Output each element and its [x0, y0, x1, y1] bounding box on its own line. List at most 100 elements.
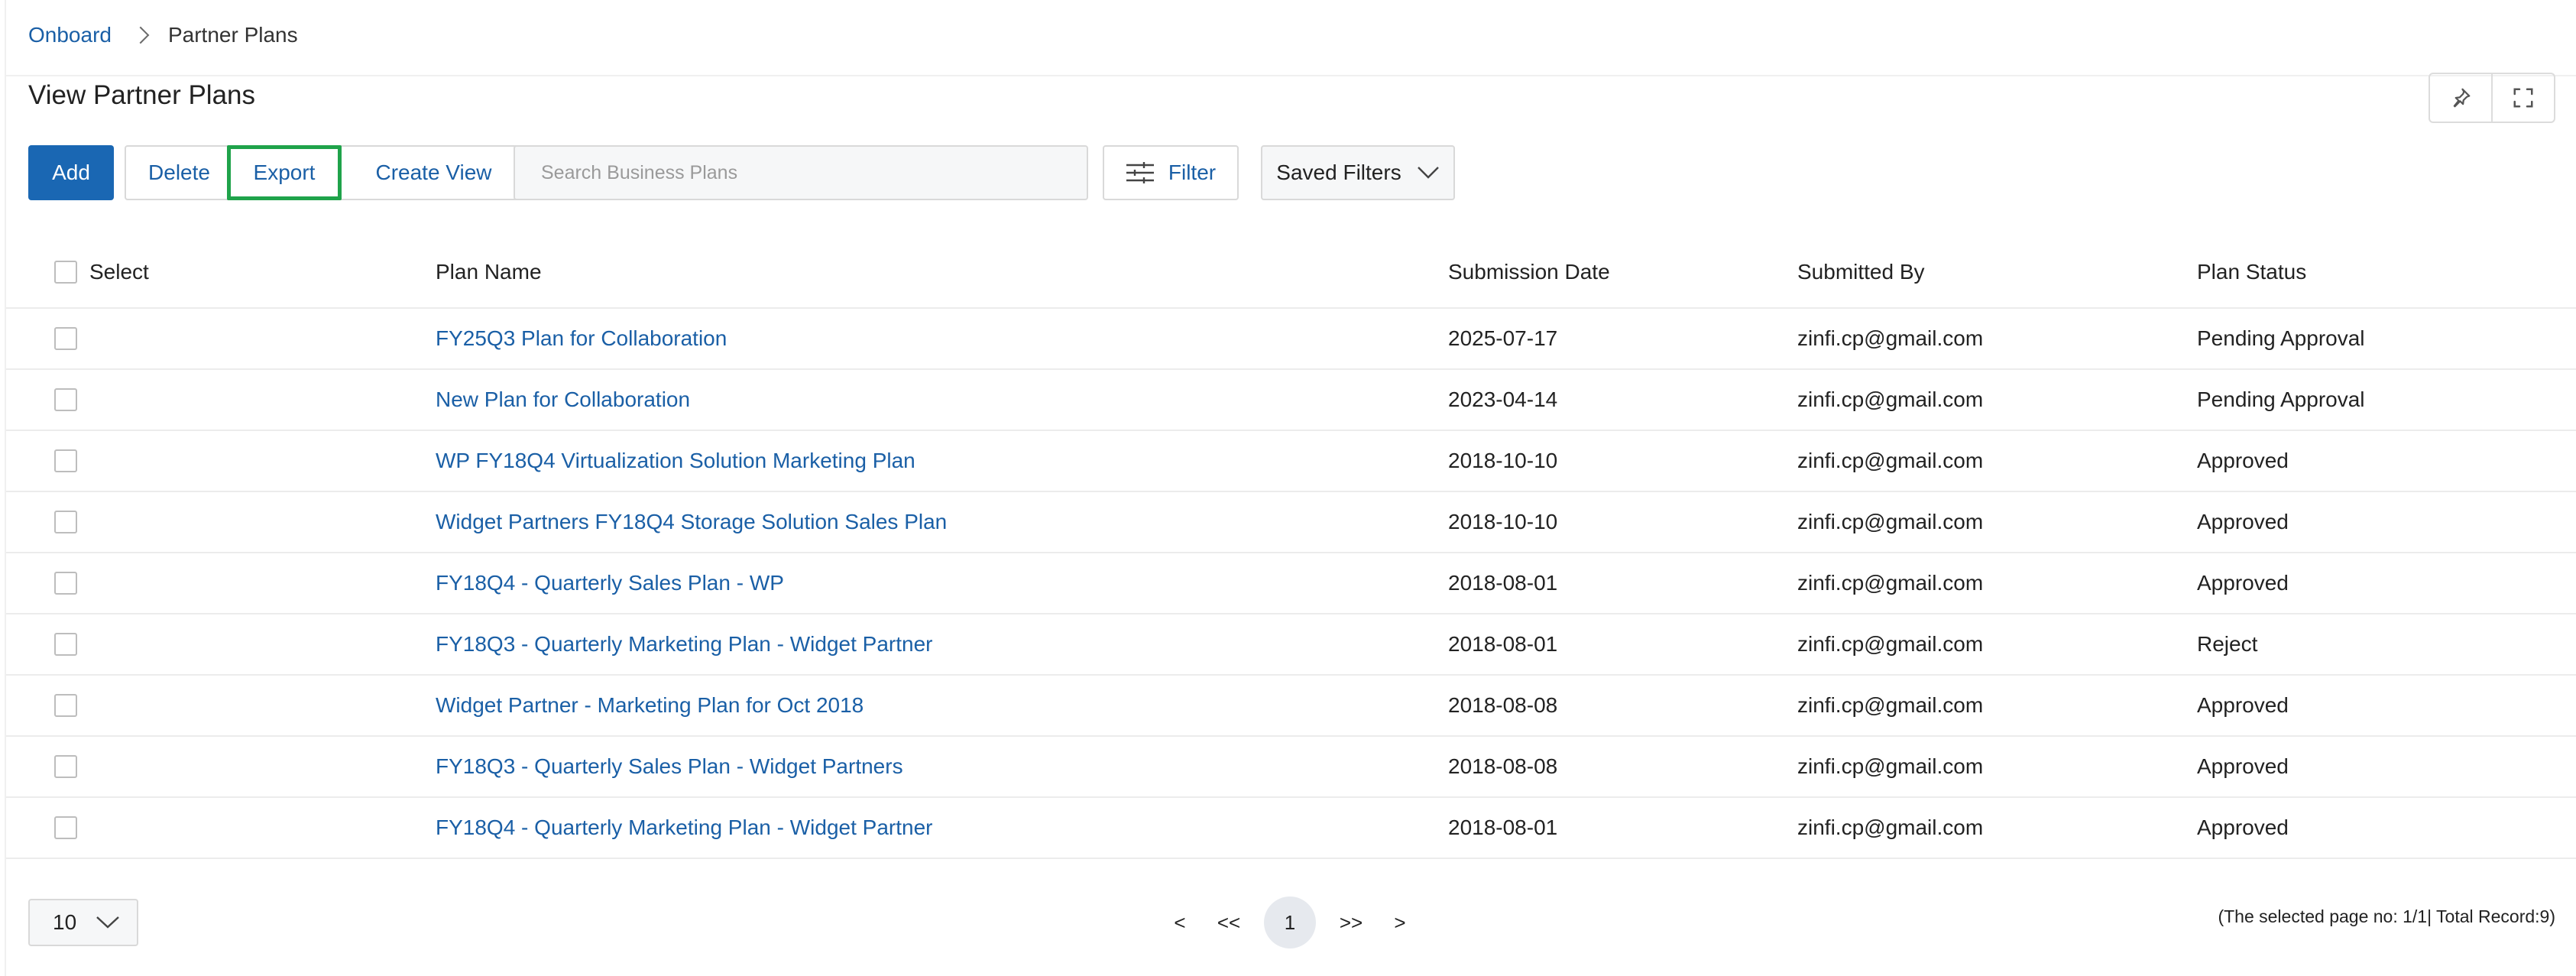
chevron-right-icon	[131, 26, 150, 44]
row-select-cell	[54, 737, 77, 796]
filter-button[interactable]: Filter	[1103, 145, 1239, 200]
chevron-down-icon	[96, 916, 119, 929]
submitted-by: zinfi.cp@gmail.com	[1797, 632, 1984, 656]
submitted-by: zinfi.cp@gmail.com	[1797, 449, 1984, 472]
submission-date: 2018-08-01	[1448, 815, 1558, 839]
sliders-icon	[1126, 162, 1154, 183]
table-header: Select Plan Name Submission Date Submitt…	[6, 237, 2576, 309]
submission-date: 2018-08-01	[1448, 571, 1558, 595]
delete-button[interactable]: Delete	[125, 145, 234, 200]
column-header-plan-name: Plan Name	[436, 260, 542, 284]
submission-date: 2023-04-14	[1448, 387, 1558, 411]
page-title: View Partner Plans	[28, 80, 256, 110]
row-select-cell	[54, 309, 77, 368]
submission-date: 2018-10-10	[1448, 449, 1558, 472]
select-all-cell: Select	[54, 237, 149, 307]
plan-name-link[interactable]: FY18Q3 - Quarterly Marketing Plan - Widg…	[436, 632, 932, 657]
plan-name-link[interactable]: FY18Q4 - Quarterly Marketing Plan - Widg…	[436, 815, 932, 840]
plan-status: Approved	[2197, 510, 2289, 533]
table-row: FY25Q3 Plan for Collaboration 2025-07-17 z…	[6, 309, 2576, 370]
plan-status: Approved	[2197, 449, 2289, 472]
chevron-down-icon	[1417, 167, 1439, 179]
fullscreen-button[interactable]	[2491, 74, 2554, 122]
breadcrumb: Onboard Partner Plans	[28, 20, 298, 50]
submission-date: 2018-08-08	[1448, 693, 1558, 717]
search-input[interactable]	[514, 145, 1088, 200]
table-row: New Plan for Collaboration 2023-04-14 zinf…	[6, 370, 2576, 431]
pagination: < << 1 >> >	[1162, 896, 1418, 949]
next-page-button[interactable]: >	[1382, 896, 1418, 949]
row-select-cell	[54, 553, 77, 613]
add-button[interactable]: Add	[28, 145, 114, 200]
first-page-button[interactable]: <<	[1198, 896, 1259, 949]
row-select-cell	[54, 370, 77, 430]
row-select-cell	[54, 431, 77, 491]
table-row: Widget Partners FY18Q4 Storage Solution …	[6, 492, 2576, 553]
row-select-cell	[54, 614, 77, 674]
plan-name-link[interactable]: Widget Partner - Marketing Plan for Oct …	[436, 693, 864, 718]
submitted-by: zinfi.cp@gmail.com	[1797, 510, 1984, 533]
plan-name-link[interactable]: FY18Q3 - Quarterly Sales Plan - Widget P…	[436, 754, 903, 779]
partner-plans-table: Select Plan Name Submission Date Submitt…	[6, 237, 2576, 859]
last-page-button[interactable]: >>	[1320, 896, 1382, 949]
plan-status: Approved	[2197, 693, 2289, 717]
plan-name-link[interactable]: WP FY18Q4 Virtualization Solution Market…	[436, 449, 915, 473]
column-header-select: Select	[89, 260, 149, 284]
submitted-by: zinfi.cp@gmail.com	[1797, 571, 1984, 595]
row-checkbox[interactable]	[54, 694, 77, 717]
table-row: WP FY18Q4 Virtualization Solution Market…	[6, 431, 2576, 492]
view-controls	[2429, 73, 2555, 123]
create-view-button[interactable]: Create View	[342, 145, 526, 200]
submission-date: 2018-08-01	[1448, 632, 1558, 656]
submission-date: 2025-07-17	[1448, 326, 1558, 350]
filter-label: Filter	[1168, 161, 1217, 184]
submitted-by: zinfi.cp@gmail.com	[1797, 815, 1984, 839]
export-button[interactable]: Export	[227, 145, 342, 200]
breadcrumb-link-onboard[interactable]: Onboard	[28, 23, 112, 47]
row-checkbox[interactable]	[54, 511, 77, 533]
submission-date: 2018-08-08	[1448, 754, 1558, 778]
row-checkbox[interactable]	[54, 572, 77, 595]
header-divider	[6, 75, 2576, 76]
plan-name-link[interactable]: FY18Q4 - Quarterly Sales Plan - WP	[436, 571, 784, 595]
saved-filters-label: Saved Filters	[1276, 161, 1401, 184]
submission-date: 2018-10-10	[1448, 510, 1558, 533]
column-header-submitted-by: Submitted By	[1797, 260, 1925, 284]
column-header-plan-status: Plan Status	[2197, 260, 2307, 284]
page-size-select[interactable]: 10	[28, 899, 138, 946]
table-row: Widget Partner - Marketing Plan for Oct …	[6, 676, 2576, 737]
breadcrumb-current: Partner Plans	[167, 23, 298, 47]
plan-status: Pending Approval	[2197, 326, 2365, 350]
table-row: FY18Q4 - Quarterly Marketing Plan - Widg…	[6, 798, 2576, 859]
row-checkbox[interactable]	[54, 449, 77, 472]
select-all-checkbox[interactable]	[54, 261, 77, 284]
table-row: FY18Q4 - Quarterly Sales Plan - WP 2018-0…	[6, 553, 2576, 614]
submitted-by: zinfi.cp@gmail.com	[1797, 754, 1984, 778]
plan-name-link[interactable]: FY25Q3 Plan for Collaboration	[436, 326, 727, 351]
row-checkbox[interactable]	[54, 816, 77, 839]
prev-page-button[interactable]: <	[1162, 896, 1198, 949]
page-size-value: 10	[53, 910, 77, 934]
pin-icon	[2453, 88, 2471, 108]
plan-status: Approved	[2197, 571, 2289, 595]
pin-button[interactable]	[2430, 74, 2491, 122]
row-checkbox[interactable]	[54, 388, 77, 411]
table-body: FY25Q3 Plan for Collaboration 2025-07-17 z…	[6, 309, 2576, 859]
plan-name-link[interactable]: New Plan for Collaboration	[436, 387, 690, 412]
table-row: FY18Q3 - Quarterly Sales Plan - Widget P…	[6, 737, 2576, 798]
submitted-by: zinfi.cp@gmail.com	[1797, 326, 1984, 350]
row-select-cell	[54, 676, 77, 735]
row-select-cell	[54, 798, 77, 858]
submitted-by: zinfi.cp@gmail.com	[1797, 387, 1984, 411]
row-checkbox[interactable]	[54, 633, 77, 656]
saved-filters-dropdown[interactable]: Saved Filters	[1261, 145, 1455, 200]
plan-name-link[interactable]: Widget Partners FY18Q4 Storage Solution …	[436, 510, 947, 534]
row-checkbox[interactable]	[54, 755, 77, 778]
page-info: (The selected page no: 1/1| Total Record…	[2218, 906, 2555, 926]
plan-status: Reject	[2197, 632, 2258, 656]
fullscreen-icon	[2513, 88, 2533, 108]
row-checkbox[interactable]	[54, 327, 77, 350]
plan-status: Approved	[2197, 815, 2289, 839]
row-select-cell	[54, 492, 77, 552]
page-number-current[interactable]: 1	[1264, 897, 1316, 948]
